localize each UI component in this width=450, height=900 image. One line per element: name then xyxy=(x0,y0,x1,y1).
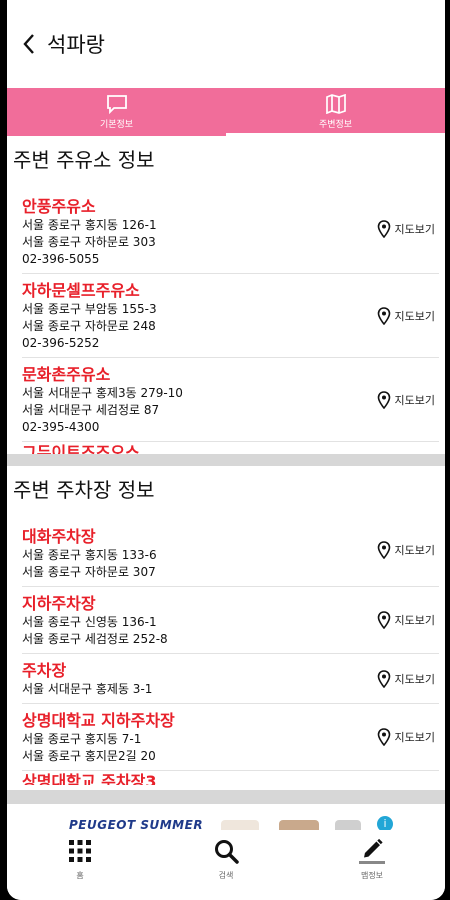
tab-nearby-info[interactable]: 주변정보 xyxy=(226,88,445,136)
nav-search[interactable]: 검색 xyxy=(153,830,299,900)
map-view-label: 지도보기 xyxy=(394,731,435,744)
parking-road-address: 서울 종로구 홍지문2길 20 xyxy=(22,749,156,763)
parking-road-address: 서울 종로구 자하문로 307 xyxy=(22,565,156,579)
ad-banner[interactable]: PEUGEOT SUMMER i xyxy=(7,812,445,832)
partial-list-item[interactable]: 상명대학교 주차장3 xyxy=(22,771,445,785)
map-view-label: 지도보기 xyxy=(394,544,435,557)
station-phone: 02-396-5252 xyxy=(22,336,100,350)
gas-station-list: 안풍주유소 서울 종로구 홍지동 126-1 서울 종로구 자하문로 303 0… xyxy=(7,184,445,454)
list-item[interactable]: 지하주차장 서울 종로구 신영동 136-1 서울 종로구 세검정로 252-8… xyxy=(22,587,439,654)
map-view-label: 지도보기 xyxy=(394,672,435,686)
nav-search-label: 검색 xyxy=(218,871,234,880)
nav-map-info-label: 맵정보 xyxy=(360,871,384,880)
map-view-button[interactable]: 지도보기 xyxy=(377,611,435,629)
back-button[interactable] xyxy=(17,32,41,56)
station-name: 문화촌주유소 xyxy=(22,365,111,384)
station-phone: 02-395-4300 xyxy=(22,420,100,434)
nav-home-label: 홈 xyxy=(76,871,84,880)
list-item[interactable]: 대화주차장 서울 종로구 홍지동 133-6 서울 종로구 자하문로 307 지… xyxy=(22,514,439,587)
chat-bubble-icon xyxy=(106,95,127,114)
map-view-button[interactable]: 지도보기 xyxy=(377,728,435,746)
map-view-label: 지도보기 xyxy=(394,614,435,627)
tab-basic-info-label: 기본정보 xyxy=(99,120,134,130)
gas-station-section: 주변 주유소 정보 안풍주유소 서울 종로구 홍지동 126-1 서울 종로구 … xyxy=(7,136,445,454)
section-divider xyxy=(7,790,445,804)
list-item[interactable]: 주차장 서울 서대문구 홍제동 3-1 지도보기 xyxy=(22,654,439,704)
map-view-button[interactable]: 지도보기 xyxy=(377,541,435,559)
location-pin-icon xyxy=(377,728,390,746)
map-view-button[interactable]: 지도보기 xyxy=(377,219,435,238)
pencil-icon xyxy=(359,838,385,864)
grid-icon xyxy=(69,840,91,862)
map-view-label: 지도보기 xyxy=(394,309,435,323)
station-name: 안풍주유소 xyxy=(22,197,96,216)
section-divider xyxy=(7,454,445,466)
location-pin-icon xyxy=(377,541,390,559)
map-view-button[interactable]: 지도보기 xyxy=(377,390,435,409)
chevron-left-icon xyxy=(23,34,34,54)
parking-section-title: 주변 주차장 정보 xyxy=(13,478,155,502)
map-icon xyxy=(325,94,346,114)
search-icon xyxy=(215,840,239,864)
page-title: 석파랑 xyxy=(47,33,105,57)
list-item[interactable]: 안풍주유소 서울 종로구 홍지동 126-1 서울 종로구 자하문로 303 0… xyxy=(22,184,439,274)
bottom-navigation: 홈 검색 맵정보 xyxy=(7,830,445,900)
partial-list-item[interactable]: 그두이트즈즈오스 xyxy=(22,442,445,454)
nav-home[interactable]: 홈 xyxy=(7,830,153,900)
location-pin-icon xyxy=(377,669,390,688)
location-pin-icon xyxy=(377,611,390,629)
station-phone: 02-396-5055 xyxy=(22,252,100,266)
location-pin-icon xyxy=(377,306,390,325)
station-name: 자하문셀프주유소 xyxy=(22,281,140,300)
list-item[interactable]: 상명대학교 지하주차장 서울 종로구 홍지동 7-1 서울 종로구 홍지문2길 … xyxy=(22,704,439,771)
location-pin-icon xyxy=(377,390,390,409)
app-screen: 석파랑 기본정보 주변정보 주변 주유소 정보 안풍주유소 서울 종로구 홍지동… xyxy=(7,0,445,900)
map-view-label: 지도보기 xyxy=(394,222,435,236)
tab-bar: 기본정보 주변정보 xyxy=(7,88,445,136)
parking-section: 주변 주차장 정보 대화주차장 서울 종로구 홍지동 133-6 서울 종로구 … xyxy=(7,466,445,790)
app-bar: 석파랑 xyxy=(7,0,445,88)
nav-map-info[interactable]: 맵정보 xyxy=(299,830,445,900)
parking-road-address: 서울 종로구 세검정로 252-8 xyxy=(22,632,168,646)
list-item[interactable]: 자하문셀프주유소 서울 종로구 부암동 155-3 서울 종로구 자하문로 24… xyxy=(22,274,439,358)
map-view-button[interactable]: 지도보기 xyxy=(377,669,435,688)
parking-list: 대화주차장 서울 종로구 홍지동 133-6 서울 종로구 자하문로 307 지… xyxy=(7,514,445,785)
tab-basic-info[interactable]: 기본정보 xyxy=(7,88,226,136)
map-view-button[interactable]: 지도보기 xyxy=(377,306,435,325)
map-view-label: 지도보기 xyxy=(394,393,435,407)
list-item[interactable]: 문화촌주유소 서울 서대문구 홍제3동 279-10 서울 서대문구 세검정로 … xyxy=(22,358,439,442)
location-pin-icon xyxy=(377,219,390,238)
gas-section-title: 주변 주유소 정보 xyxy=(13,148,155,172)
tab-nearby-info-label: 주변정보 xyxy=(318,120,353,130)
